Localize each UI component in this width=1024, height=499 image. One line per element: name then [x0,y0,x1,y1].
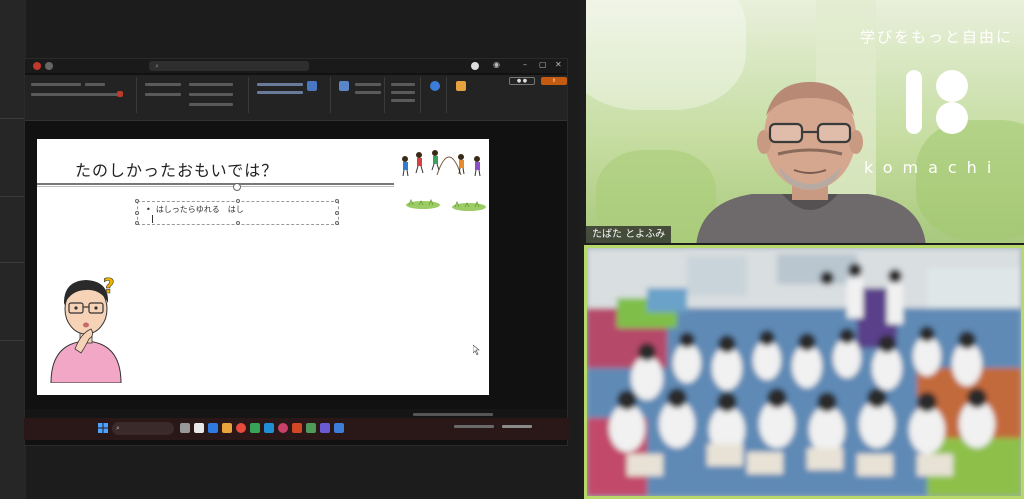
avatar[interactable] [471,62,479,70]
mouse-pointer-icon [473,345,480,355]
presenter-person [696,82,926,243]
video-meeting: ⌕ ◉ – ▢ ✕ ● ● ⇪ たのしかったおもいでは？ • はしったらゆれる … [0,0,1024,499]
rotation-handle[interactable] [233,183,241,191]
ribbon-group-voice [423,77,447,113]
classroom-video-tile[interactable] [584,245,1024,499]
taskbar-app-icon[interactable] [222,423,232,433]
resize-handle[interactable] [335,199,339,203]
taskbar-app-icon[interactable] [236,423,246,433]
zoom-slider[interactable] [413,413,493,416]
ribbon-group-designer [449,77,473,113]
designer-icon[interactable] [456,81,466,91]
resize-handle[interactable] [135,221,139,225]
resize-handle[interactable] [236,199,240,203]
ribbon-group-paragraph [139,77,249,113]
grass-decoration [452,201,486,211]
title-divider [37,183,394,185]
bullet-item[interactable]: • はしったらゆれる はし [146,204,244,215]
search-box[interactable]: ⌕ [149,61,309,71]
ribbon-group-styles [333,77,385,113]
participant-name-label: たばた とよふみ [586,226,672,243]
powerpoint-window[interactable]: ⌕ ◉ – ▢ ✕ ● ● ⇪ たのしかったおもいでは？ • はしったらゆれる … [24,58,568,446]
arrange-icon[interactable] [307,81,317,91]
presenter-video-tile[interactable]: 学びをもっと自由に komachi たばた とよふみ [586,0,1024,243]
selected-textbox[interactable]: • はしったらゆれる はし [135,199,339,225]
taskbar-app-icon[interactable] [306,423,316,433]
resize-handle[interactable] [135,211,139,215]
grass-decoration [406,199,440,209]
search-icon: ⌕ [116,424,120,432]
ribbon-group-font [25,77,137,113]
record-button[interactable]: ● ● [509,77,535,85]
question-mark-icon: ? [103,274,115,298]
taskbar-app-icon[interactable] [194,423,204,433]
resize-handle[interactable] [135,199,139,203]
network-icon: ◉ [493,60,500,69]
resize-handle[interactable] [236,221,240,225]
brand-tagline: 学びをもっと自由に [860,28,1014,46]
resize-handle[interactable] [335,221,339,225]
maximize-icon[interactable]: ▢ [539,60,547,69]
jump-rope-kids-illustration [402,150,481,177]
minimize-icon[interactable]: – [523,60,527,69]
ribbon-toolbar: ● ● ⇪ [25,75,567,121]
background-app-edge [0,0,26,499]
ribbon-group-editing [387,77,421,113]
taskbar-app-icon[interactable] [264,423,274,433]
taskbar-app-icon[interactable] [320,423,330,433]
resize-handle[interactable] [335,211,339,215]
blurred-classroom-image [587,248,1021,496]
taskbar-app-icon[interactable] [250,423,260,433]
text-caret [152,215,153,223]
ribbon-group-drawing [251,77,331,113]
taskbar-app-icon[interactable] [278,423,288,433]
search-icon: ⌕ [155,62,159,70]
slide-title[interactable]: たのしかったおもいでは？ [75,157,278,181]
taskbar: ⌕ [24,418,570,440]
font-color-icon[interactable] [117,91,123,97]
dictate-icon[interactable] [430,81,440,91]
taskbar-app-icon[interactable] [334,423,344,433]
taskbar-app-icon[interactable] [180,423,190,433]
taskbar-search[interactable]: ⌕ [112,422,174,435]
share-button[interactable]: ⇪ [541,77,567,85]
window-titlebar: ⌕ ◉ – ▢ ✕ [25,59,567,73]
taskbar-app-icon[interactable] [292,423,302,433]
windows-start-icon[interactable] [98,423,108,433]
slide-canvas[interactable]: たのしかったおもいでは？ • はしったらゆれる はし ? [37,139,489,395]
quick-styles-icon[interactable] [339,81,349,91]
close-icon[interactable]: ✕ [555,60,562,69]
shared-screen[interactable]: ⌕ ◉ – ▢ ✕ ● ● ⇪ たのしかったおもいでは？ • はしったらゆれる … [0,0,580,499]
thinking-man-illustration: ? [50,274,122,383]
taskbar-app-icon[interactable] [208,423,218,433]
